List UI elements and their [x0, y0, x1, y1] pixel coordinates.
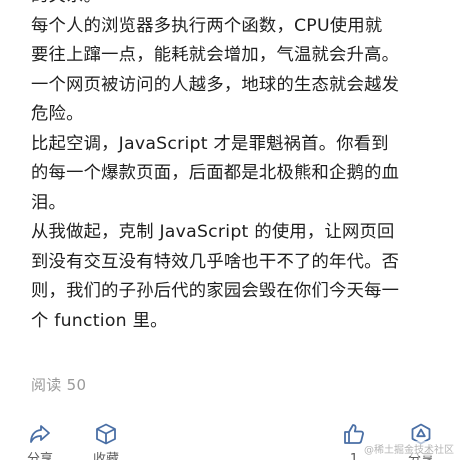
article-line: 到没有交互没有特效几乎啥也干不了的年代。否 [31, 251, 400, 272]
article-body: 的关系。 每个人的浏览器多执行两个函数，CPU使用就 要往上蹿一点，能耗就会增加… [0, 0, 460, 355]
article-line: 的关系。 [31, 0, 449, 12]
watermark: @稀土掘金技术社区 [362, 441, 456, 456]
article-line: 个 function 里。 [31, 310, 168, 331]
cube-icon [96, 423, 116, 445]
article-line: 一个网页被访问的人越多，地球的生态就会越发 [31, 74, 400, 95]
article-line: 要往上蹿一点，能耗就会增加，气温就会升高。 [31, 45, 400, 65]
article-line: 比起空调，JavaScript 才是罪魁祸首。你看到 [31, 133, 389, 154]
share-button[interactable]: 分享 [16, 410, 64, 460]
favorite-button[interactable]: 收藏 [82, 410, 130, 460]
article-line: 则，我们的子孙后代的家园会毁在你们今天每一 [31, 281, 400, 301]
article-line: 从我做起，克制 JavaScript 的使用，让网页回 [31, 222, 395, 242]
favorite-label: 收藏 [92, 452, 119, 460]
article-line: 每个人的浏览器多执行两个函数，CPU使用就 [31, 15, 383, 36]
article-line: 泪。 [31, 192, 67, 213]
read-count: 阅读 50 [31, 376, 87, 394]
article-line: 的每一个爆款页面，后面都是北极熊和企鹅的血 [31, 163, 400, 183]
share-arrow-icon [30, 425, 50, 443]
article-text: 的关系。 每个人的浏览器多执行两个函数，CPU使用就 要往上蹿一点，能耗就会增加… [31, 0, 449, 336]
share-label: 分享 [26, 452, 53, 460]
article-line: 危险。 [31, 104, 84, 124]
